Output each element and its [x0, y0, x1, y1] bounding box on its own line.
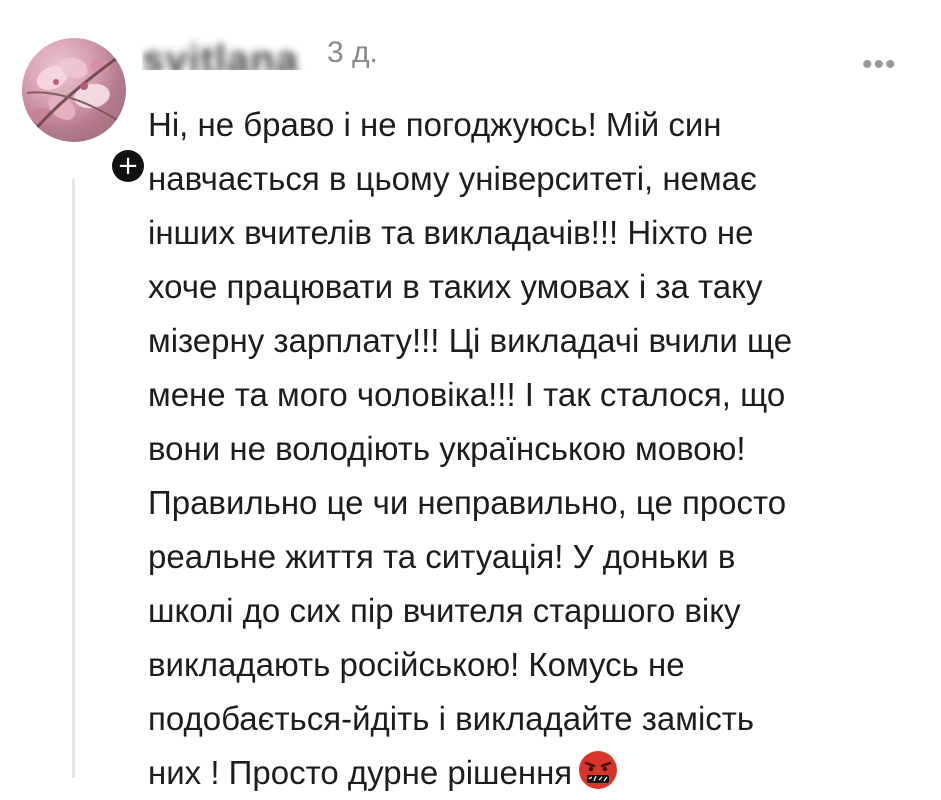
- avatar-flower-photo: [26, 56, 123, 134]
- username-text: svitlana: [142, 38, 299, 70]
- comment-line: вони не володіють українською мовою!: [148, 430, 746, 467]
- more-options-icon[interactable]: •••: [862, 50, 897, 80]
- avatar-container[interactable]: +: [22, 38, 148, 186]
- face-with-symbols-on-mouth-icon: [579, 751, 618, 789]
- thread-line: [72, 178, 75, 778]
- comment-line: подобається-йдіть і викладайте замість: [148, 700, 755, 737]
- comment-line: реальне життя та ситуація! У доньки в: [148, 538, 736, 575]
- comment-line: Правильно це чи неправильно, це просто: [148, 484, 787, 521]
- comment-line: хоче працювати в таких умовах і за таку: [148, 268, 763, 305]
- follow-button[interactable]: +: [108, 146, 148, 186]
- comment-line: інших вчителів та викладачів!!! Ніхто не: [148, 214, 754, 251]
- comment-line: школі до сих пір вчителя старшого віку: [148, 592, 741, 629]
- comment-line: Ні, не браво і не погоджуюсь! Мій син: [148, 106, 722, 143]
- avatar[interactable]: [22, 38, 126, 142]
- comment-line: мене та мого чоловіка!!! І так сталося, …: [148, 376, 786, 413]
- plus-icon: +: [112, 150, 144, 182]
- comment-line: мізерну зарплату!!! Ці викладачі вчили щ…: [148, 322, 793, 359]
- comment: + svitlana 3 д. ••• Ні, не браво і не по…: [0, 0, 941, 791]
- comment-line: викладають російською! Комусь не: [148, 646, 685, 683]
- timestamp: 3 д.: [327, 36, 378, 69]
- comment-line: них ! Просто дурне рішення: [148, 754, 573, 791]
- comment-text: Ні, не браво і не погоджуюсь! Мій син на…: [148, 98, 928, 800]
- username[interactable]: svitlana: [142, 36, 320, 70]
- comment-last-line: них ! Просто дурне рішення: [148, 746, 928, 800]
- comment-line: навчається в цьому університеті, немає: [148, 160, 757, 197]
